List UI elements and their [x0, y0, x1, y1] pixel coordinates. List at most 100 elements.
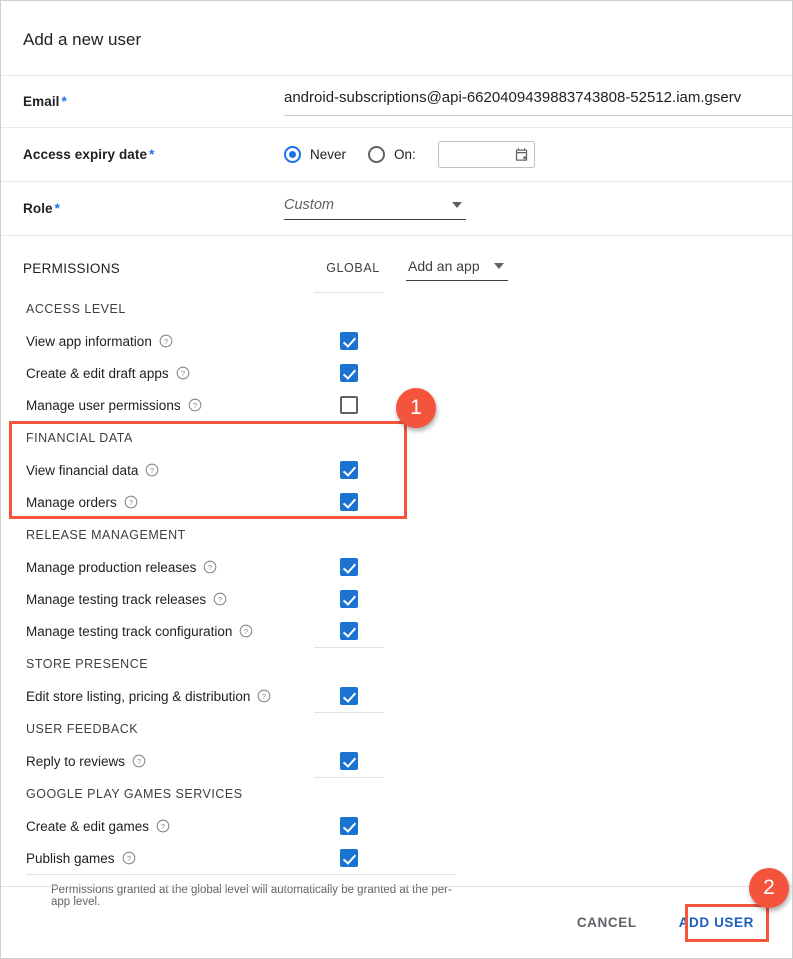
- permission-row: View financial data?: [1, 454, 792, 486]
- help-circle-icon[interactable]: ?: [213, 592, 227, 606]
- calendar-icon[interactable]: [514, 147, 529, 162]
- permission-label-text: Edit store listing, pricing & distributi…: [26, 688, 251, 704]
- permission-label: Edit store listing, pricing & distributi…: [26, 689, 314, 704]
- add-user-button[interactable]: ADD USER: [669, 906, 764, 939]
- permission-row: Manage orders?: [1, 486, 792, 518]
- permission-checkbox[interactable]: [340, 590, 358, 608]
- permission-checkbox[interactable]: [340, 396, 358, 414]
- radio-option-on[interactable]: On:: [368, 146, 416, 163]
- permission-checkbox[interactable]: [340, 817, 358, 835]
- radio-never-label: Never: [310, 147, 347, 162]
- help-circle-icon[interactable]: ?: [257, 689, 271, 703]
- radio-on-label: On:: [394, 147, 416, 162]
- annotation-badge-2: 2: [749, 868, 789, 908]
- permission-label: Manage user permissions?: [26, 398, 314, 413]
- permission-label: Manage production releases?: [26, 560, 314, 575]
- chevron-down-icon: [452, 202, 462, 208]
- permission-checkbox[interactable]: [340, 493, 358, 511]
- permission-row: View app information?: [1, 325, 792, 357]
- svg-text:?: ?: [244, 627, 248, 636]
- permission-label-text: Manage orders: [26, 494, 117, 510]
- permission-checkbox-cell: [314, 622, 384, 640]
- permission-label-text: View financial data: [26, 462, 139, 478]
- add-user-dialog: Add a new user Email * android-subscripti…: [0, 0, 793, 959]
- permission-label: Reply to reviews?: [26, 754, 314, 769]
- permission-label: Create & edit games?: [26, 819, 314, 834]
- permission-checkbox[interactable]: [340, 687, 358, 705]
- role-select[interactable]: Custom: [284, 197, 466, 220]
- cancel-button[interactable]: CANCEL: [567, 906, 647, 939]
- help-circle-icon[interactable]: ?: [188, 398, 202, 412]
- permission-label-text: Create & edit games: [26, 818, 150, 834]
- permissions-header: PERMISSIONS GLOBAL Add an app: [1, 236, 792, 292]
- expiry-radio-group: Never On:: [284, 141, 535, 168]
- permission-checkbox[interactable]: [340, 752, 358, 770]
- required-asterisk: *: [149, 147, 155, 162]
- permission-label: Manage testing track releases?: [26, 592, 314, 607]
- permission-checkbox[interactable]: [340, 332, 358, 350]
- permission-label-text: Create & edit draft apps: [26, 365, 169, 381]
- permission-group-heading: FINANCIAL DATA: [26, 431, 133, 445]
- permission-checkbox-cell: [314, 817, 384, 835]
- permission-group-heading: STORE PRESENCE: [26, 657, 149, 671]
- permission-checkbox[interactable]: [340, 364, 358, 382]
- permission-checkbox[interactable]: [340, 461, 358, 479]
- radio-on-icon[interactable]: [368, 146, 386, 163]
- permission-groups: ACCESS LEVEL View app information? Create …: [1, 293, 792, 874]
- permission-checkbox-cell: [314, 849, 384, 867]
- add-an-app-dropdown[interactable]: Add an app: [406, 258, 508, 281]
- permission-checkbox-cell: [314, 364, 384, 382]
- permission-label-text: Manage user permissions: [26, 397, 181, 413]
- permission-label-text: View app information: [26, 333, 152, 349]
- add-an-app-label: Add an app: [408, 258, 480, 274]
- permission-row: Create & edit draft apps?: [1, 357, 792, 389]
- global-column-header: GLOBAL: [326, 261, 380, 275]
- help-circle-icon[interactable]: ?: [124, 495, 138, 509]
- email-field[interactable]: android-subscriptions@api-66204094398837…: [284, 88, 792, 116]
- access-expiry-row: Access expiry date * Never On:: [1, 127, 792, 181]
- permission-label: Create & edit draft apps?: [26, 366, 314, 381]
- radio-option-never[interactable]: Never: [284, 146, 346, 163]
- email-label: Email *: [23, 94, 284, 109]
- permission-label-text: Manage testing track releases: [26, 591, 207, 607]
- permission-row: Edit store listing, pricing & distributi…: [1, 680, 792, 712]
- permission-checkbox[interactable]: [340, 622, 358, 640]
- required-asterisk: *: [54, 201, 61, 216]
- svg-text:?: ?: [180, 369, 184, 378]
- permission-checkbox-cell: [314, 687, 384, 705]
- help-circle-icon[interactable]: ?: [132, 754, 146, 768]
- svg-text:?: ?: [137, 757, 141, 766]
- svg-text:?: ?: [150, 466, 154, 475]
- permission-label: View app information?: [26, 334, 314, 349]
- permission-group-heading: GOOGLE PLAY GAMES SERVICES: [26, 787, 243, 801]
- dialog-footer: CANCEL ADD USER: [1, 886, 792, 958]
- radio-never-icon[interactable]: [284, 146, 301, 163]
- svg-text:?: ?: [218, 595, 222, 604]
- help-circle-icon[interactable]: ?: [176, 366, 190, 380]
- help-circle-icon[interactable]: ?: [159, 334, 173, 348]
- help-circle-icon[interactable]: ?: [122, 851, 136, 865]
- permission-label: Manage orders?: [26, 495, 314, 510]
- permission-row: Manage testing track configuration?: [1, 615, 792, 647]
- help-circle-icon[interactable]: ?: [156, 819, 170, 833]
- role-label: Role *: [23, 201, 284, 216]
- permission-group-heading: ACCESS LEVEL: [26, 302, 126, 316]
- permission-checkbox[interactable]: [340, 558, 358, 576]
- help-circle-icon[interactable]: ?: [203, 560, 217, 574]
- role-select-value: Custom: [284, 197, 334, 213]
- help-circle-icon[interactable]: ?: [145, 463, 159, 477]
- permission-checkbox[interactable]: [340, 849, 358, 867]
- help-circle-icon[interactable]: ?: [239, 624, 253, 638]
- permission-checkbox-cell: [314, 752, 384, 770]
- permission-row: Publish games?: [1, 842, 792, 874]
- permission-checkbox-cell: [314, 558, 384, 576]
- svg-text:?: ?: [262, 692, 266, 701]
- svg-text:?: ?: [192, 401, 196, 410]
- expiry-date-input[interactable]: [437, 141, 535, 168]
- permission-checkbox-cell: [314, 590, 384, 608]
- svg-text:?: ?: [208, 563, 212, 572]
- permission-label: View financial data?: [26, 463, 314, 478]
- permission-checkbox-cell: [314, 332, 384, 350]
- page-title: Add a new user: [23, 30, 142, 49]
- role-row: Role * Custom: [1, 181, 792, 235]
